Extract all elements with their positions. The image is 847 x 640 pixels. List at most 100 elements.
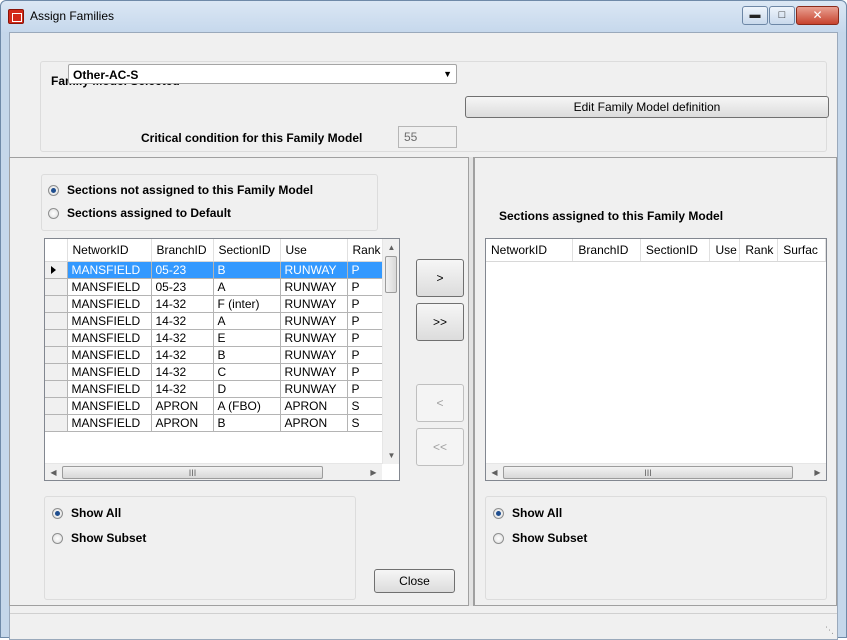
left-grid-vscroll-thumb[interactable] [385,256,397,293]
table-cell[interactable]: MANSFIELD [67,346,152,364]
table-cell[interactable]: P [347,329,388,347]
table-cell[interactable]: RUNWAY [280,261,348,279]
table-cell[interactable]: 05-23 [151,261,214,279]
move-back-button[interactable]: < [416,384,464,422]
right-radio-show-subset[interactable]: Show Subset [493,531,587,545]
column-header-sectionid[interactable]: SectionID [213,239,281,262]
table-cell[interactable]: 05-23 [151,278,214,296]
table-row[interactable]: MANSFIELD 14-32 C RUNWAY P [45,363,394,381]
table-cell[interactable]: P [347,295,388,313]
table-row[interactable]: MANSFIELD 14-32 E RUNWAY P [45,329,394,347]
assigned-sections-grid[interactable]: NetworkID BranchID SectionID Use Rank Surfac … [485,238,827,481]
column-header-rank[interactable]: Rank [347,239,388,262]
table-cell[interactable]: MANSFIELD [67,380,152,398]
right-radio-show-all[interactable]: Show All [493,506,562,520]
table-cell[interactable]: 14-32 [151,380,214,398]
table-cell[interactable]: APRON [280,397,348,415]
left-grid-hscroll-thumb[interactable]: III [62,466,323,479]
table-cell[interactable]: RUNWAY [280,346,348,364]
table-cell[interactable]: RUNWAY [280,278,348,296]
table-cell[interactable]: RUNWAY [280,329,348,347]
table-cell[interactable]: D [213,380,281,398]
table-cell[interactable]: MANSFIELD [67,414,152,432]
table-cell[interactable]: S [347,397,388,415]
row-header[interactable] [45,312,68,330]
table-cell[interactable]: RUNWAY [280,363,348,381]
scroll-left-icon[interactable]: ◀ [486,464,503,480]
row-header[interactable] [45,397,68,415]
right-column-header-use[interactable]: Use [709,239,741,262]
table-cell[interactable]: 14-32 [151,295,214,313]
row-header[interactable] [45,346,68,364]
row-header[interactable] [45,295,68,313]
table-cell[interactable]: P [347,261,388,279]
table-cell[interactable]: MANSFIELD [67,261,152,279]
close-button[interactable]: Close [374,569,455,593]
table-cell[interactable]: APRON [151,397,214,415]
scroll-left-icon[interactable]: ◀ [45,464,62,480]
table-cell[interactable]: 14-32 [151,312,214,330]
right-column-header-rank[interactable]: Rank [739,239,779,262]
column-header-branchid[interactable]: BranchID [151,239,214,262]
row-header[interactable] [45,329,68,347]
table-cell[interactable]: A (FBO) [213,397,281,415]
table-row[interactable]: MANSFIELD 14-32 A RUNWAY P [45,312,394,330]
minimize-button[interactable]: ▬ [742,6,768,25]
table-cell[interactable]: E [213,329,281,347]
table-cell[interactable]: APRON [151,414,214,432]
resize-grip-icon[interactable]: ⋱ [825,625,834,636]
family-model-dropdown[interactable]: Other-AC-S ▼ [68,64,457,84]
table-cell[interactable]: P [347,278,388,296]
left-grid-horizontal-scrollbar[interactable]: ◀ III ▶ [45,463,382,480]
table-row[interactable]: MANSFIELD APRON B APRON S [45,414,394,432]
table-cell[interactable]: B [213,261,281,279]
table-cell[interactable]: 14-32 [151,329,214,347]
table-cell[interactable]: 14-32 [151,363,214,381]
table-row[interactable]: MANSFIELD 14-32 B RUNWAY P [45,346,394,364]
right-column-header-surfac[interactable]: Surfac [777,239,826,262]
scroll-down-icon[interactable]: ▼ [383,447,399,464]
row-header[interactable] [45,414,68,432]
right-column-header-branchid[interactable]: BranchID [572,239,641,262]
table-cell[interactable]: P [347,380,388,398]
scroll-right-icon[interactable]: ▶ [365,464,382,480]
table-cell[interactable]: B [213,414,281,432]
title-bar[interactable]: Assign Families ▬ □ ✕ [1,1,846,32]
row-header[interactable] [45,363,68,381]
table-cell[interactable]: A [213,312,281,330]
move-all-back-button[interactable]: << [416,428,464,466]
table-cell[interactable]: RUNWAY [280,380,348,398]
table-cell[interactable]: 14-32 [151,346,214,364]
table-row[interactable]: MANSFIELD 05-23 A RUNWAY P [45,278,394,296]
table-cell[interactable]: MANSFIELD [67,363,152,381]
column-header-networkid[interactable]: NetworkID [67,239,152,262]
left-radio-show-all[interactable]: Show All [52,506,121,520]
move-all-button[interactable]: >> [416,303,464,341]
table-cell[interactable]: APRON [280,414,348,432]
table-cell[interactable]: P [347,312,388,330]
table-cell[interactable]: P [347,346,388,364]
radio-assigned-default[interactable]: Sections assigned to Default [48,206,231,220]
move-selected-button[interactable]: > [416,259,464,297]
table-cell[interactable]: RUNWAY [280,295,348,313]
row-header[interactable] [45,261,68,279]
row-header[interactable] [45,380,68,398]
scroll-up-icon[interactable]: ▲ [383,239,399,256]
table-cell[interactable]: MANSFIELD [67,329,152,347]
right-grid-horizontal-scrollbar[interactable]: ◀ III ▶ [486,463,826,480]
close-window-button[interactable]: ✕ [796,6,839,25]
table-cell[interactable]: C [213,363,281,381]
scroll-right-icon[interactable]: ▶ [809,464,826,480]
right-column-header-networkid[interactable]: NetworkID [486,239,574,262]
row-header[interactable] [45,278,68,296]
table-row[interactable]: MANSFIELD 05-23 B RUNWAY P [45,261,394,279]
table-cell[interactable]: S [347,414,388,432]
table-cell[interactable]: A [213,278,281,296]
maximize-button[interactable]: □ [769,6,795,25]
column-header-use[interactable]: Use [280,239,348,262]
table-cell[interactable]: MANSFIELD [67,312,152,330]
edit-family-model-button[interactable]: Edit Family Model definition [465,96,829,118]
unassigned-sections-grid[interactable]: NetworkID BranchID SectionID Use Rank MANSFI… [44,238,400,481]
table-cell[interactable]: B [213,346,281,364]
table-cell[interactable]: MANSFIELD [67,278,152,296]
